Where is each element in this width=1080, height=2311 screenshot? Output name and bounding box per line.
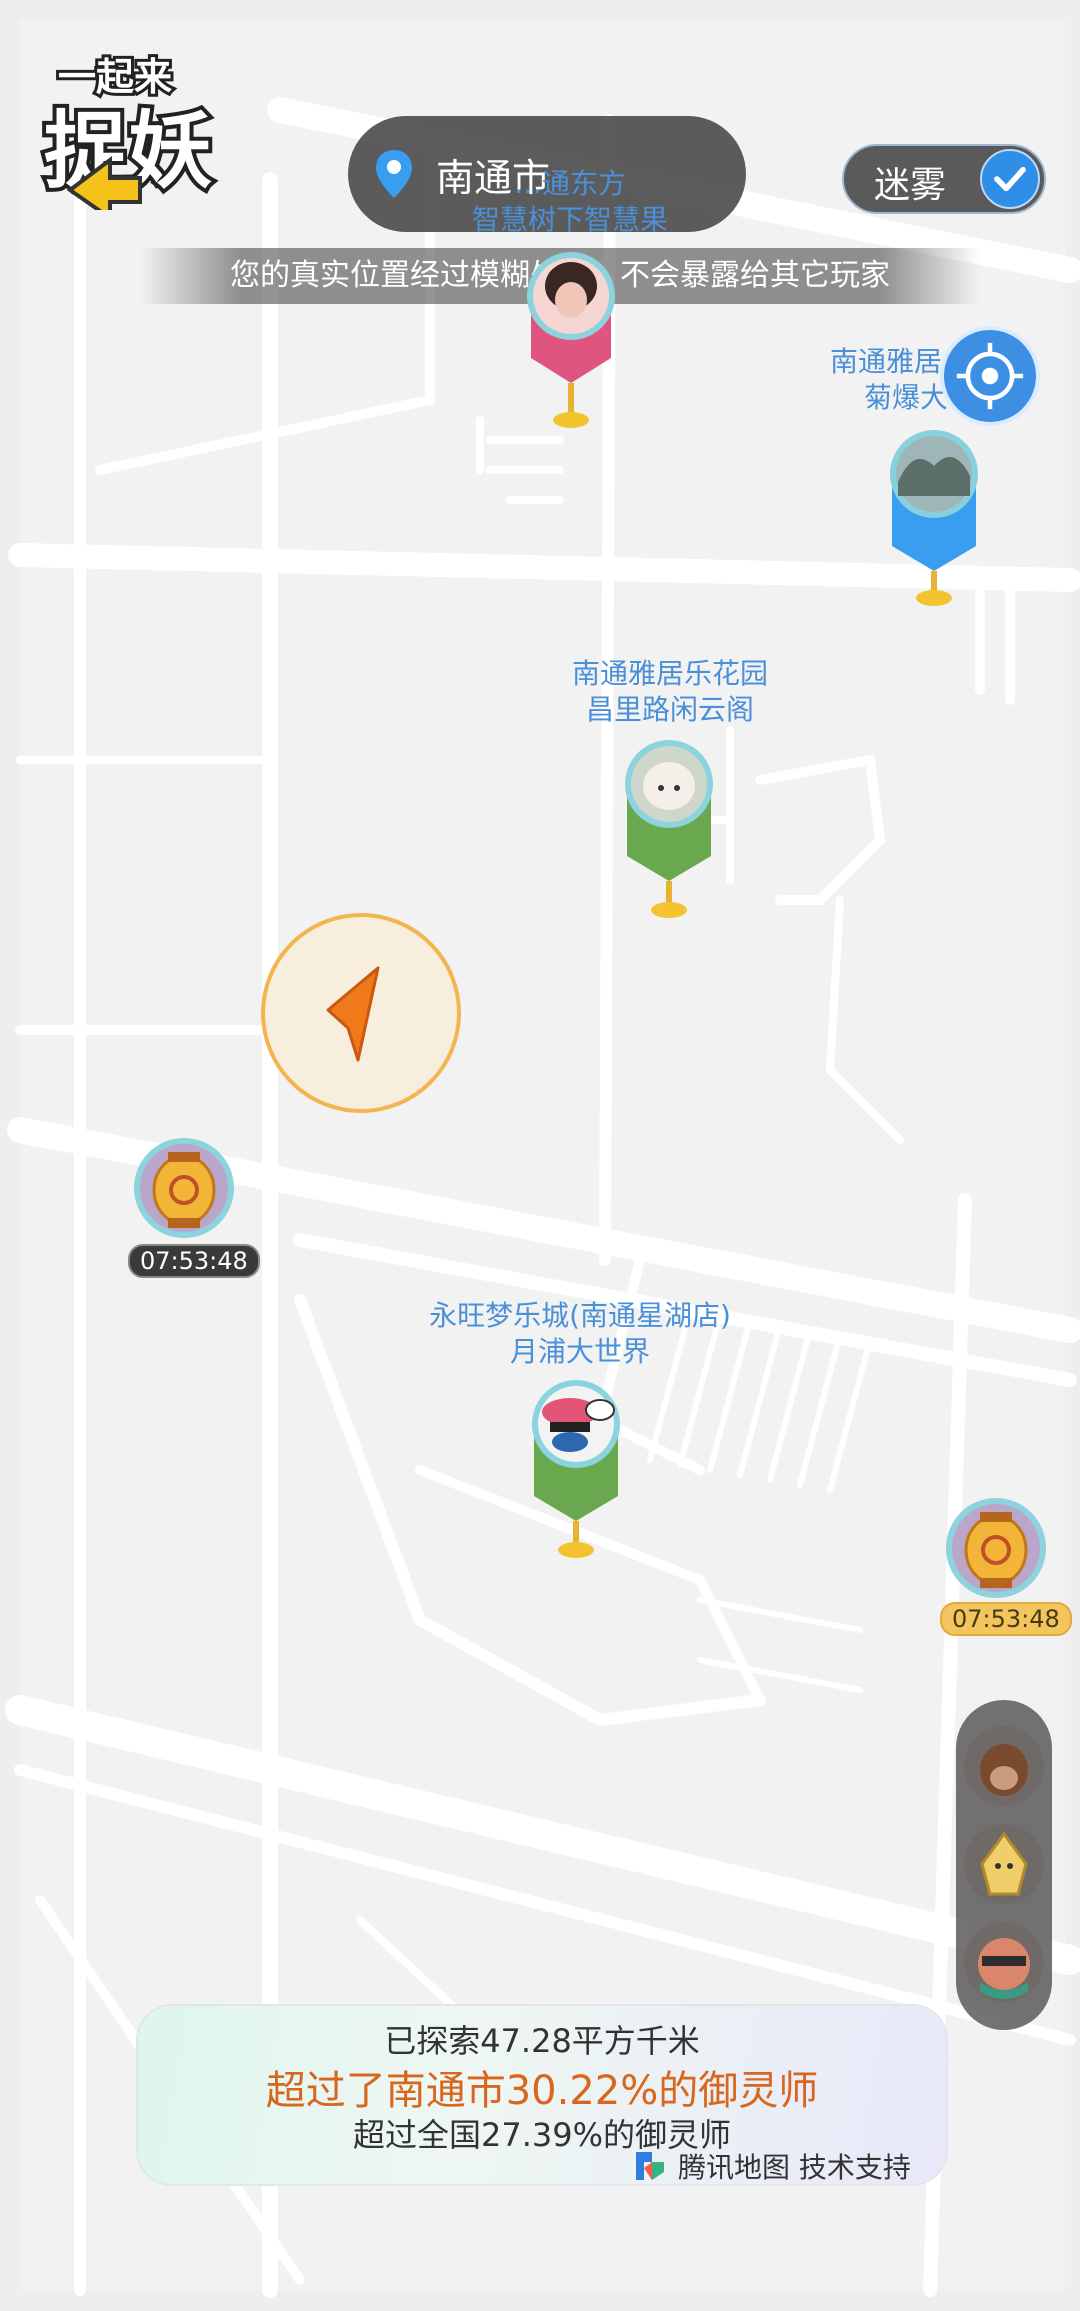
fog-toggle[interactable]: 迷雾 bbox=[842, 144, 1046, 214]
city-rank: 超过了南通市30.22%的御灵师 bbox=[265, 2068, 819, 2114]
poi-subtitle: 智慧树下智慧果 bbox=[471, 203, 668, 236]
poi-subtitle: 昌里路闲云阁 bbox=[585, 693, 754, 726]
checkmark-icon bbox=[980, 149, 1040, 209]
poi-marker-green[interactable] bbox=[619, 736, 719, 926]
lantern-event-icon[interactable] bbox=[944, 1496, 1048, 1600]
locate-me-button[interactable] bbox=[940, 326, 1040, 426]
character-tray[interactable] bbox=[956, 1700, 1052, 2030]
event-timer: 07:53:48 bbox=[128, 1244, 260, 1278]
poi-marker-pink[interactable] bbox=[521, 248, 621, 438]
explored-area: 已探索47.28平方千米 bbox=[384, 2022, 700, 2060]
fog-toggle-label: 迷雾 bbox=[874, 165, 947, 206]
location-pin-icon bbox=[376, 150, 412, 198]
poi-label: 永旺梦乐城(南通星湖店) 月浦大世界 bbox=[420, 1298, 740, 1370]
poi-subtitle: 月浦大世界 bbox=[509, 1335, 650, 1368]
monster-avatar[interactable] bbox=[964, 1824, 1044, 1904]
monster-avatar[interactable] bbox=[964, 1726, 1044, 1806]
poi-name: …通东方 bbox=[513, 167, 626, 200]
poi-label: 南通雅居乐花园 昌里路闲云阁 bbox=[540, 656, 800, 728]
event-timer: 07:53:48 bbox=[940, 1602, 1072, 1636]
game-logo[interactable]: 一起来 捉妖 bbox=[30, 40, 240, 210]
player-position-marker bbox=[261, 913, 461, 1113]
map-attribution: 腾讯地图 技术支持 bbox=[632, 2146, 911, 2186]
poi-name: 永旺梦乐城(南通星湖店) bbox=[429, 1299, 731, 1332]
poi-label: …通东方 智慧树下智慧果 bbox=[470, 166, 670, 238]
monster-avatar[interactable] bbox=[964, 1922, 1044, 2002]
poi-marker-green[interactable] bbox=[526, 1376, 626, 1566]
poi-name: 南通雅居乐花园 bbox=[571, 657, 768, 690]
svg-text:一起来: 一起来 bbox=[58, 55, 172, 99]
poi-marker-blue[interactable] bbox=[884, 426, 984, 616]
lantern-event-icon[interactable] bbox=[132, 1136, 236, 1240]
tencent-map-icon bbox=[636, 2152, 664, 2180]
attribution-text: 腾讯地图 技术支持 bbox=[678, 2151, 911, 2184]
